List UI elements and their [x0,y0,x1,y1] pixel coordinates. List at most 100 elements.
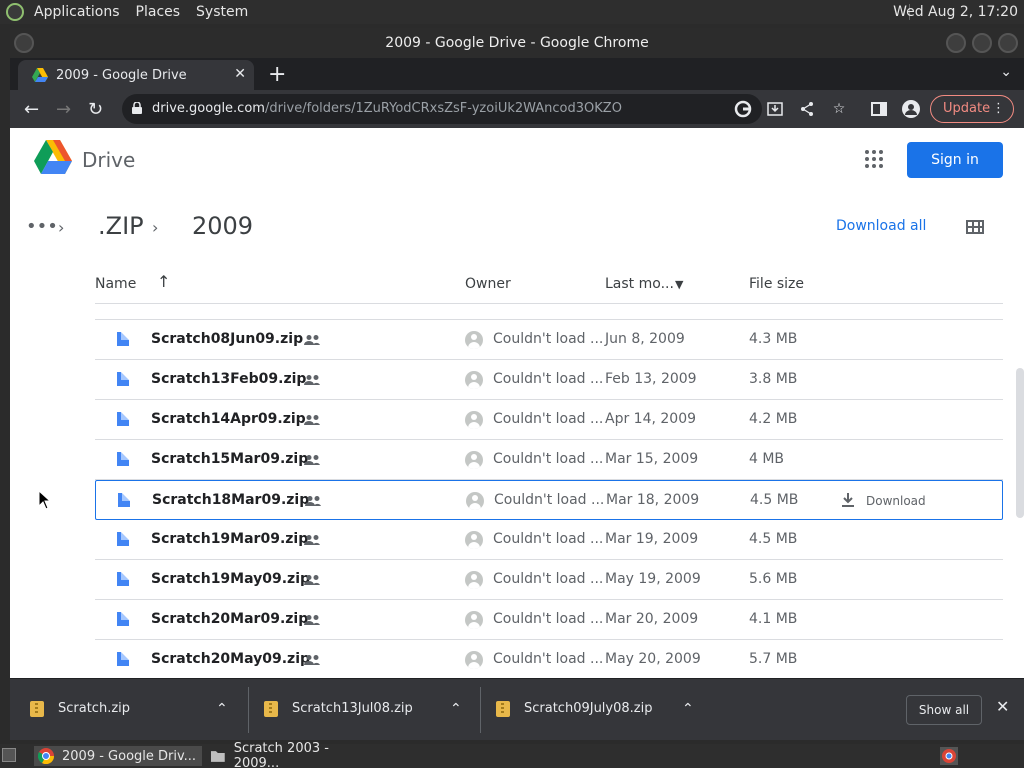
menu-system[interactable]: System [196,4,248,20]
file-name[interactable]: Scratch14Apr09.zip [151,411,306,427]
browser-toolbar: ← → ↻ drive.google.com/drive/folders/1Zu… [10,90,1024,128]
chevron-up-icon[interactable]: ⌃ [216,701,228,717]
file-owner: Couldn't load ... [493,571,604,587]
file-size: 3.8 MB [749,371,798,387]
column-file-size[interactable]: File size [749,276,804,292]
file-name[interactable]: Scratch20Mar09.zip [151,611,308,627]
show-desktop-icon[interactable] [2,748,16,762]
table-row[interactable]: Scratch15Mar09.zip Couldn't load ... Mar 1… [95,440,1003,480]
zip-file-icon [117,332,129,346]
forward-icon[interactable]: → [56,99,71,120]
sort-dropdown-icon[interactable]: ▼ [675,278,683,291]
breadcrumb-current-folder[interactable]: 2009 [192,212,253,240]
tab-close-icon[interactable]: ✕ [234,66,246,82]
close-shelf-icon[interactable]: ✕ [996,697,1009,716]
share-icon[interactable] [798,100,816,118]
menu-places[interactable]: Places [136,4,181,20]
column-owner[interactable]: Owner [465,276,511,292]
update-button[interactable]: Update ⋮ [930,95,1014,123]
file-owner: Couldn't load ... [493,451,604,467]
profile-avatar-icon[interactable] [902,100,920,118]
page-scrollbar[interactable] [1016,368,1024,518]
lock-icon[interactable] [132,102,142,114]
window-title: 2009 - Google Drive - Google Chrome [385,35,649,51]
new-tab-icon[interactable]: + [268,62,286,87]
file-modified: May 20, 2009 [605,651,701,667]
file-name[interactable]: Scratch15Mar09.zip [151,451,308,467]
table-row[interactable]: Scratch20May09.zip Couldn't load ... May 2… [95,640,1003,678]
url-host: drive.google.com [152,101,265,116]
zip-file-icon [496,701,510,717]
chevron-right-icon: › [58,218,65,237]
download-item-name: Scratch09July08.zip [524,701,653,716]
zip-file-icon [118,493,130,507]
file-name[interactable]: Scratch08Jun09.zip [151,331,303,347]
drive-header: Drive Sign in [10,128,1024,192]
distro-logo-icon[interactable] [6,3,24,21]
download-file-button[interactable]: Download [840,492,926,508]
download-all-button[interactable]: Download all [836,218,926,234]
os-top-panel: Applications Places System Wed Aug 2, 17… [0,0,1024,24]
table-row[interactable]: Scratch18Mar09.zip Couldn't load ... Mar 1… [95,480,1003,520]
address-bar[interactable]: drive.google.com/drive/folders/1ZuRYodCR… [122,94,762,124]
file-owner: Couldn't load ... [493,371,604,387]
download-item[interactable]: Scratch.zip ⌃ [30,693,230,727]
download-item[interactable]: Scratch13Jul08.zip ⌃ [264,693,464,727]
table-row-partial[interactable] [95,305,1003,320]
sign-in-button[interactable]: Sign in [907,142,1003,178]
table-row[interactable]: Scratch13Feb09.zip Couldn't load ... Feb 1… [95,360,1003,400]
column-last-modified[interactable]: Last mo... [605,276,674,292]
google-lens-icon[interactable] [734,100,752,118]
tab-search-chevron-icon[interactable]: ⌄ [1000,64,1012,80]
chrome-menu-icon[interactable]: ⋮ [992,96,1005,122]
reload-icon[interactable]: ↻ [88,99,103,120]
bookmark-star-icon[interactable]: ☆ [830,100,848,118]
tray-chrome-icon[interactable] [940,747,958,765]
window-titlebar[interactable]: 2009 - Google Drive - Google Chrome [10,28,1024,58]
back-icon[interactable]: ← [24,99,39,120]
breadcrumb-more-icon[interactable]: ••• [26,216,58,237]
file-modified: Feb 13, 2009 [605,371,697,387]
google-drive-favicon-icon [32,68,48,82]
shared-people-icon [304,575,320,585]
drive-product-name[interactable]: Drive [82,148,135,172]
taskbar-item-chrome[interactable]: 2009 - Google Driv... [34,746,202,766]
file-name[interactable]: Scratch20May09.zip [151,651,310,667]
download-item[interactable]: Scratch09July08.zip ⌃ [496,693,696,727]
google-apps-icon[interactable] [865,150,883,168]
file-name[interactable]: Scratch19Mar09.zip [151,531,308,547]
update-label: Update [943,101,991,116]
url-text[interactable]: drive.google.com/drive/folders/1ZuRYodCR… [152,101,622,116]
table-row[interactable]: Scratch19Mar09.zip Couldn't load ... Mar 1… [95,520,1003,560]
clock[interactable]: Wed Aug 2, 17:20 [893,4,1018,20]
install-app-icon[interactable] [766,100,784,118]
download-item-name: Scratch.zip [58,701,131,716]
close-window-icon[interactable] [998,33,1018,53]
side-panel-icon[interactable] [870,100,888,118]
mouse-cursor-icon [38,490,52,510]
sort-ascending-icon[interactable]: ↑ [157,272,170,291]
table-row[interactable]: Scratch08Jun09.zip Couldn't load ... Jun 8… [95,320,1003,360]
file-name[interactable]: Scratch19May09.zip [151,571,310,587]
menu-applications[interactable]: Applications [34,4,120,20]
taskbar-item-folder[interactable]: Scratch 2003 - 2009... [206,741,376,768]
file-name[interactable]: Scratch18Mar09.zip [152,492,309,508]
tab-google-drive[interactable]: 2009 - Google Drive ✕ [18,60,254,90]
chevron-up-icon[interactable]: ⌃ [682,701,694,717]
table-row[interactable]: Scratch14Apr09.zip Couldn't load ... Apr 1… [95,400,1003,440]
chevron-up-icon[interactable]: ⌃ [450,701,462,717]
show-all-downloads-button[interactable]: Show all [906,695,982,725]
table-row[interactable]: Scratch20Mar09.zip Couldn't load ... Mar 2… [95,600,1003,640]
maximize-icon[interactable] [972,33,992,53]
minimize-icon[interactable] [946,33,966,53]
breadcrumb-zip-folder[interactable]: .ZIP [98,212,144,240]
grid-view-icon[interactable] [966,220,984,234]
google-drive-logo-icon[interactable] [34,140,72,174]
file-list: Scratch08Jun09.zip Couldn't load ... Jun 8… [95,305,1003,678]
file-size: 4.5 MB [750,492,799,508]
table-row[interactable]: Scratch19May09.zip Couldn't load ... May 1… [95,560,1003,600]
taskbar-item-label: Scratch 2003 - 2009... [233,741,329,768]
column-name[interactable]: Name [95,276,136,292]
shared-people-icon [304,455,320,465]
file-name[interactable]: Scratch13Feb09.zip [151,371,306,387]
